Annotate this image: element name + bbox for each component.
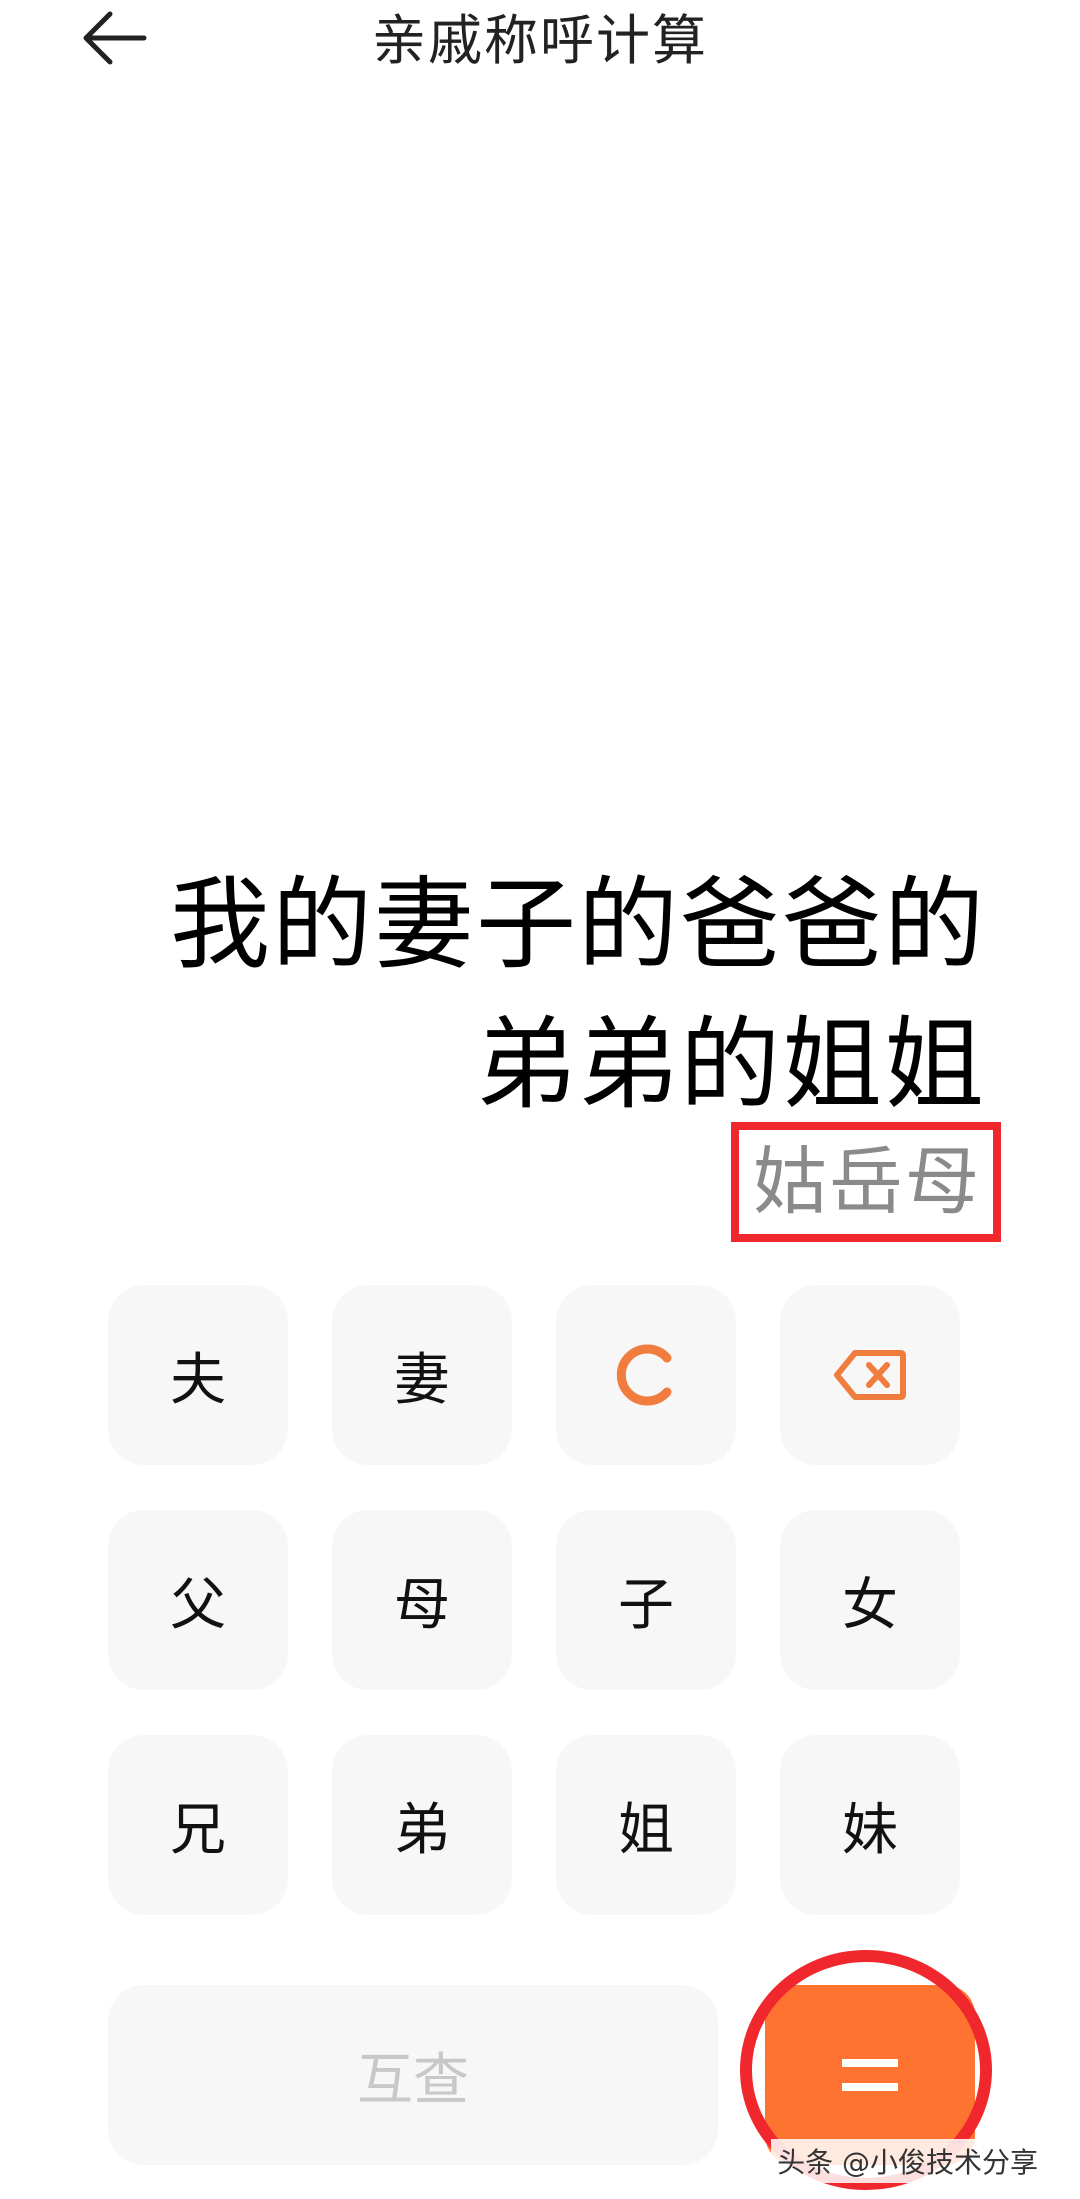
key-mother[interactable]: 母	[332, 1510, 512, 1690]
key-younger-sister[interactable]: 妹	[780, 1735, 960, 1915]
key-son[interactable]: 子	[556, 1510, 736, 1690]
mutual-check-button[interactable]: 互查	[108, 1985, 718, 2165]
key-younger-brother[interactable]: 弟	[332, 1735, 512, 1915]
watermark: 头条 @小俊技术分享	[771, 2139, 1044, 2183]
clear-icon	[616, 1344, 672, 1406]
clear-button[interactable]	[556, 1285, 736, 1465]
key-husband[interactable]: 夫	[108, 1285, 288, 1465]
backspace-button[interactable]	[780, 1285, 960, 1465]
key-elder-sister[interactable]: 姐	[556, 1735, 736, 1915]
relation-expression: 我的妻子的爸爸的 弟弟的姐姐	[86, 855, 986, 1135]
key-daughter[interactable]: 女	[780, 1510, 960, 1690]
expression-line-2: 弟弟的姐姐	[476, 1006, 986, 1123]
page-title: 亲戚称呼计算	[372, 9, 708, 72]
equals-icon	[842, 2059, 898, 2091]
result-highlight-box: 姑岳母	[731, 1122, 1001, 1242]
header-bar: 亲戚称呼计算	[0, 0, 1080, 86]
result-text: 姑岳母	[753, 1139, 981, 1225]
key-father[interactable]: 父	[108, 1510, 288, 1690]
key-elder-brother[interactable]: 兄	[108, 1735, 288, 1915]
equals-button[interactable]	[765, 1985, 975, 2165]
backspace-icon	[834, 1350, 906, 1400]
expression-line-1: 我的妻子的爸爸的	[170, 866, 986, 983]
key-wife[interactable]: 妻	[332, 1285, 512, 1465]
